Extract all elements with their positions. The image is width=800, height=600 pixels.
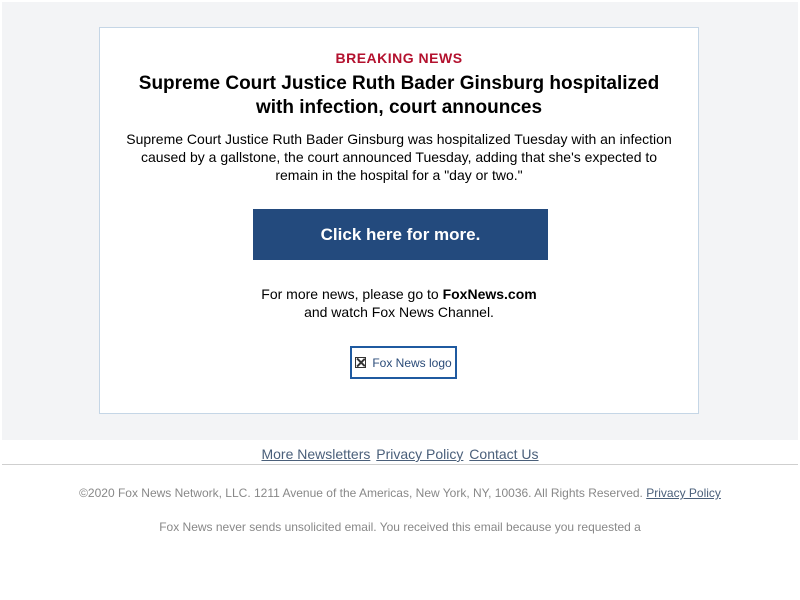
footer-divider — [2, 464, 798, 465]
legal-line: ©2020 Fox News Network, LLC. 1211 Avenue… — [0, 486, 800, 500]
more-news-suffix: and watch Fox News Channel. — [304, 304, 494, 320]
click-here-button[interactable]: Click here for more. — [253, 209, 548, 260]
breaking-news-card: BREAKING NEWS Supreme Court Justice Ruth… — [99, 27, 699, 414]
breaking-news-label: BREAKING NEWS — [335, 50, 463, 66]
unsolicited-email-notice: Fox News never sends unsolicited email. … — [159, 520, 641, 534]
headline: Supreme Court Justice Ruth Bader Ginsbur… — [138, 73, 660, 118]
legal-privacy-policy-link[interactable]: Privacy Policy — [646, 486, 721, 500]
more-news-text: For more news, please go to FoxNews.com … — [100, 285, 698, 321]
contact-us-link[interactable]: Contact Us — [469, 446, 538, 462]
more-newsletters-link[interactable]: More Newsletters — [261, 446, 370, 462]
broken-image-icon — [355, 357, 367, 368]
privacy-policy-link[interactable]: Privacy Policy — [376, 446, 463, 462]
logo-alt-text: Fox News logo — [372, 355, 452, 370]
article-summary: Supreme Court Justice Ruth Bader Ginsbur… — [126, 131, 672, 183]
fox-news-logo-link[interactable]: Fox News logo — [350, 346, 457, 379]
foxnews-site-link[interactable]: FoxNews.com — [443, 286, 537, 302]
more-news-prefix: For more news, please go to — [261, 286, 443, 302]
copyright-text: ©2020 Fox News Network, LLC. 1211 Avenue… — [79, 486, 643, 500]
footer-links: More Newsletters Privacy Policy Contact … — [0, 446, 800, 462]
